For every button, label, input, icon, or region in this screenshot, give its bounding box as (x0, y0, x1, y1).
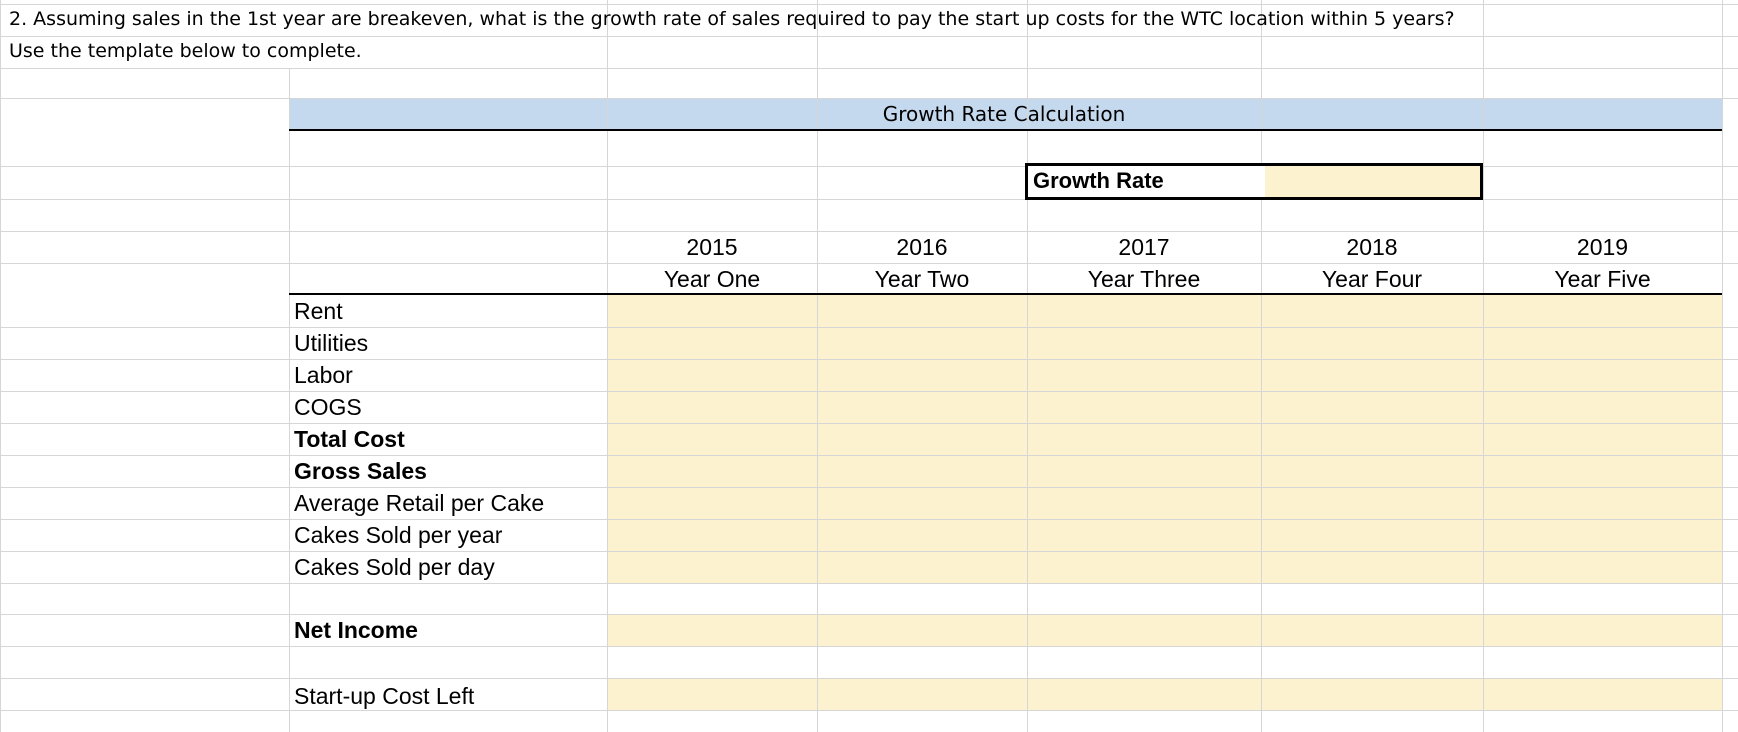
row-label-cogs: COGS (294, 394, 362, 420)
row-label-cakes-per-day: Cakes Sold per day (294, 554, 495, 580)
gridline (0, 678, 1738, 679)
col-label-year-three: Year Three (1087, 266, 1201, 292)
gridline (0, 646, 1738, 647)
startup-cost-input-area[interactable] (607, 678, 1722, 710)
col-year-2015: 2015 (686, 234, 738, 260)
row-label-total-cost: Total Cost (294, 426, 405, 452)
col-year-2019: 2019 (1576, 234, 1629, 260)
col-label-year-five: Year Five (1554, 266, 1651, 292)
row-label-average-retail: Average Retail per Cake (294, 490, 545, 516)
table-title: Growth Rate Calculation (882, 102, 1126, 126)
gridline (0, 391, 1738, 392)
gridline (0, 583, 1738, 584)
growth-rate-label: Growth Rate (1028, 166, 1265, 197)
instruction-text: Use the template below to complete. (9, 40, 362, 62)
growth-rate-box: Growth Rate (1025, 163, 1483, 200)
gridline (0, 98, 1738, 99)
data-input-area[interactable] (607, 295, 1722, 583)
gridline (0, 487, 1738, 488)
gridline (0, 423, 1738, 424)
gridline (0, 359, 1738, 360)
spreadsheet[interactable]: 2. Assuming sales in the 1st year are br… (0, 0, 1738, 732)
row-label-rent: Rent (294, 298, 343, 324)
row-label-startup-cost-left: Start-up Cost Left (294, 683, 475, 709)
col-year-2018: 2018 (1346, 234, 1398, 260)
gridline (0, 519, 1738, 520)
row-label-cakes-per-year: Cakes Sold per year (294, 522, 503, 548)
title-bottom-border (289, 129, 1722, 131)
gridline (0, 710, 1738, 711)
gridline (0, 263, 1738, 264)
gridline (0, 455, 1738, 456)
col-label-year-one: Year One (663, 266, 761, 292)
gridline (1722, 0, 1723, 732)
gridline (0, 231, 1738, 232)
gridline (0, 327, 1738, 328)
gridline (0, 614, 1738, 615)
row-label-net-income: Net Income (294, 617, 418, 643)
gridline (0, 0, 1, 732)
col-label-year-four: Year Four (1321, 266, 1423, 292)
gridline (0, 551, 1738, 552)
growth-rate-input[interactable] (1265, 166, 1480, 197)
gridline (289, 68, 290, 732)
row-label-utilities: Utilities (294, 330, 369, 356)
net-income-input-area[interactable] (607, 614, 1722, 646)
row-label-labor: Labor (294, 362, 353, 388)
row-label-gross-sales: Gross Sales (294, 458, 427, 484)
col-label-year-two: Year Two (874, 266, 970, 292)
gridline (1483, 0, 1484, 732)
header-bottom-border (289, 293, 1722, 295)
col-year-2017: 2017 (1118, 234, 1170, 260)
col-year-2016: 2016 (896, 234, 948, 260)
gridline (0, 36, 1738, 37)
gridline (0, 68, 1738, 69)
gridline (0, 4, 1738, 5)
question-text: 2. Assuming sales in the 1st year are br… (9, 8, 1455, 30)
